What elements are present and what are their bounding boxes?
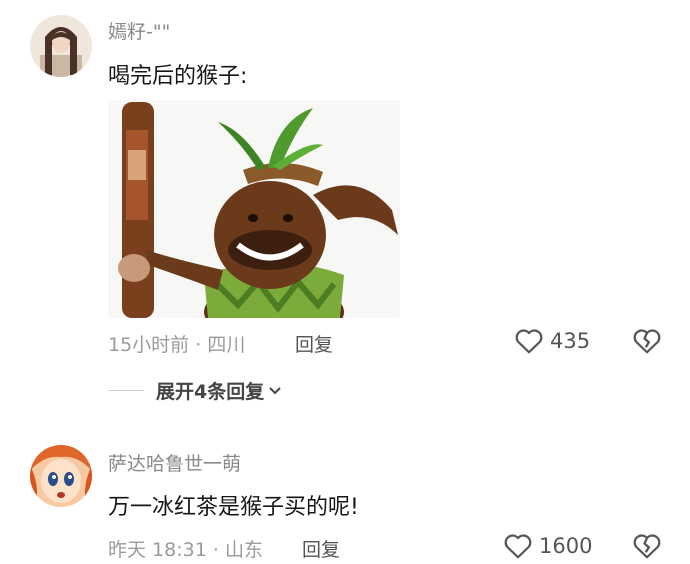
comment-1-like-button[interactable]: 435 — [514, 327, 590, 355]
comment-1-time: 15小时前 — [108, 334, 190, 356]
comment-1-like-count: 435 — [550, 329, 591, 353]
heart-icon — [504, 534, 532, 559]
comment-2-reply-button[interactable]: 回复 — [302, 535, 340, 562]
anime-girl-avatar-image — [30, 445, 92, 507]
comment-2-location: 山东 — [224, 539, 263, 561]
comment-1-reply-button[interactable]: 回复 — [295, 330, 333, 357]
comment-1-text: 喝完后的猴子: — [108, 64, 248, 89]
meta-dot: · — [212, 539, 225, 561]
comment-2-dislike-button[interactable] — [632, 532, 662, 564]
comment-1-meta: 15小时前 · 四川 — [108, 330, 245, 357]
meta-dot: · — [195, 334, 208, 356]
broken-heart-icon — [633, 329, 661, 354]
comment-1-dislike-button[interactable] — [632, 327, 662, 359]
avatar-2[interactable] — [30, 445, 92, 507]
expand-replies-button[interactable]: 展开4条回复 — [108, 377, 282, 404]
heart-icon — [515, 329, 543, 354]
comment-1-username[interactable]: 嫣籽-"" — [108, 17, 170, 44]
monkey-meme-sticker[interactable] — [108, 100, 400, 318]
chevron-down-icon — [269, 386, 281, 394]
comment-2-like-button[interactable]: 1600 — [503, 532, 592, 560]
expand-replies-label: 展开4条回复 — [156, 381, 265, 403]
broken-heart-icon — [633, 534, 661, 559]
sticker-image — [108, 100, 400, 318]
expand-divider — [108, 390, 144, 391]
girl-avatar-image — [30, 15, 92, 77]
comment-2-like-count: 1600 — [539, 534, 593, 558]
comment-2-meta: 昨天 18:31 · 山东 — [108, 535, 263, 562]
avatar-1[interactable] — [30, 15, 92, 77]
comment-2-text: 万一冰红茶是猴子买的呢! — [108, 495, 359, 520]
comment-2-username[interactable]: 萨达哈鲁世一萌 — [108, 449, 241, 476]
comment-2-time: 昨天 18:31 — [108, 539, 207, 561]
comment-1-location: 四川 — [207, 334, 246, 356]
